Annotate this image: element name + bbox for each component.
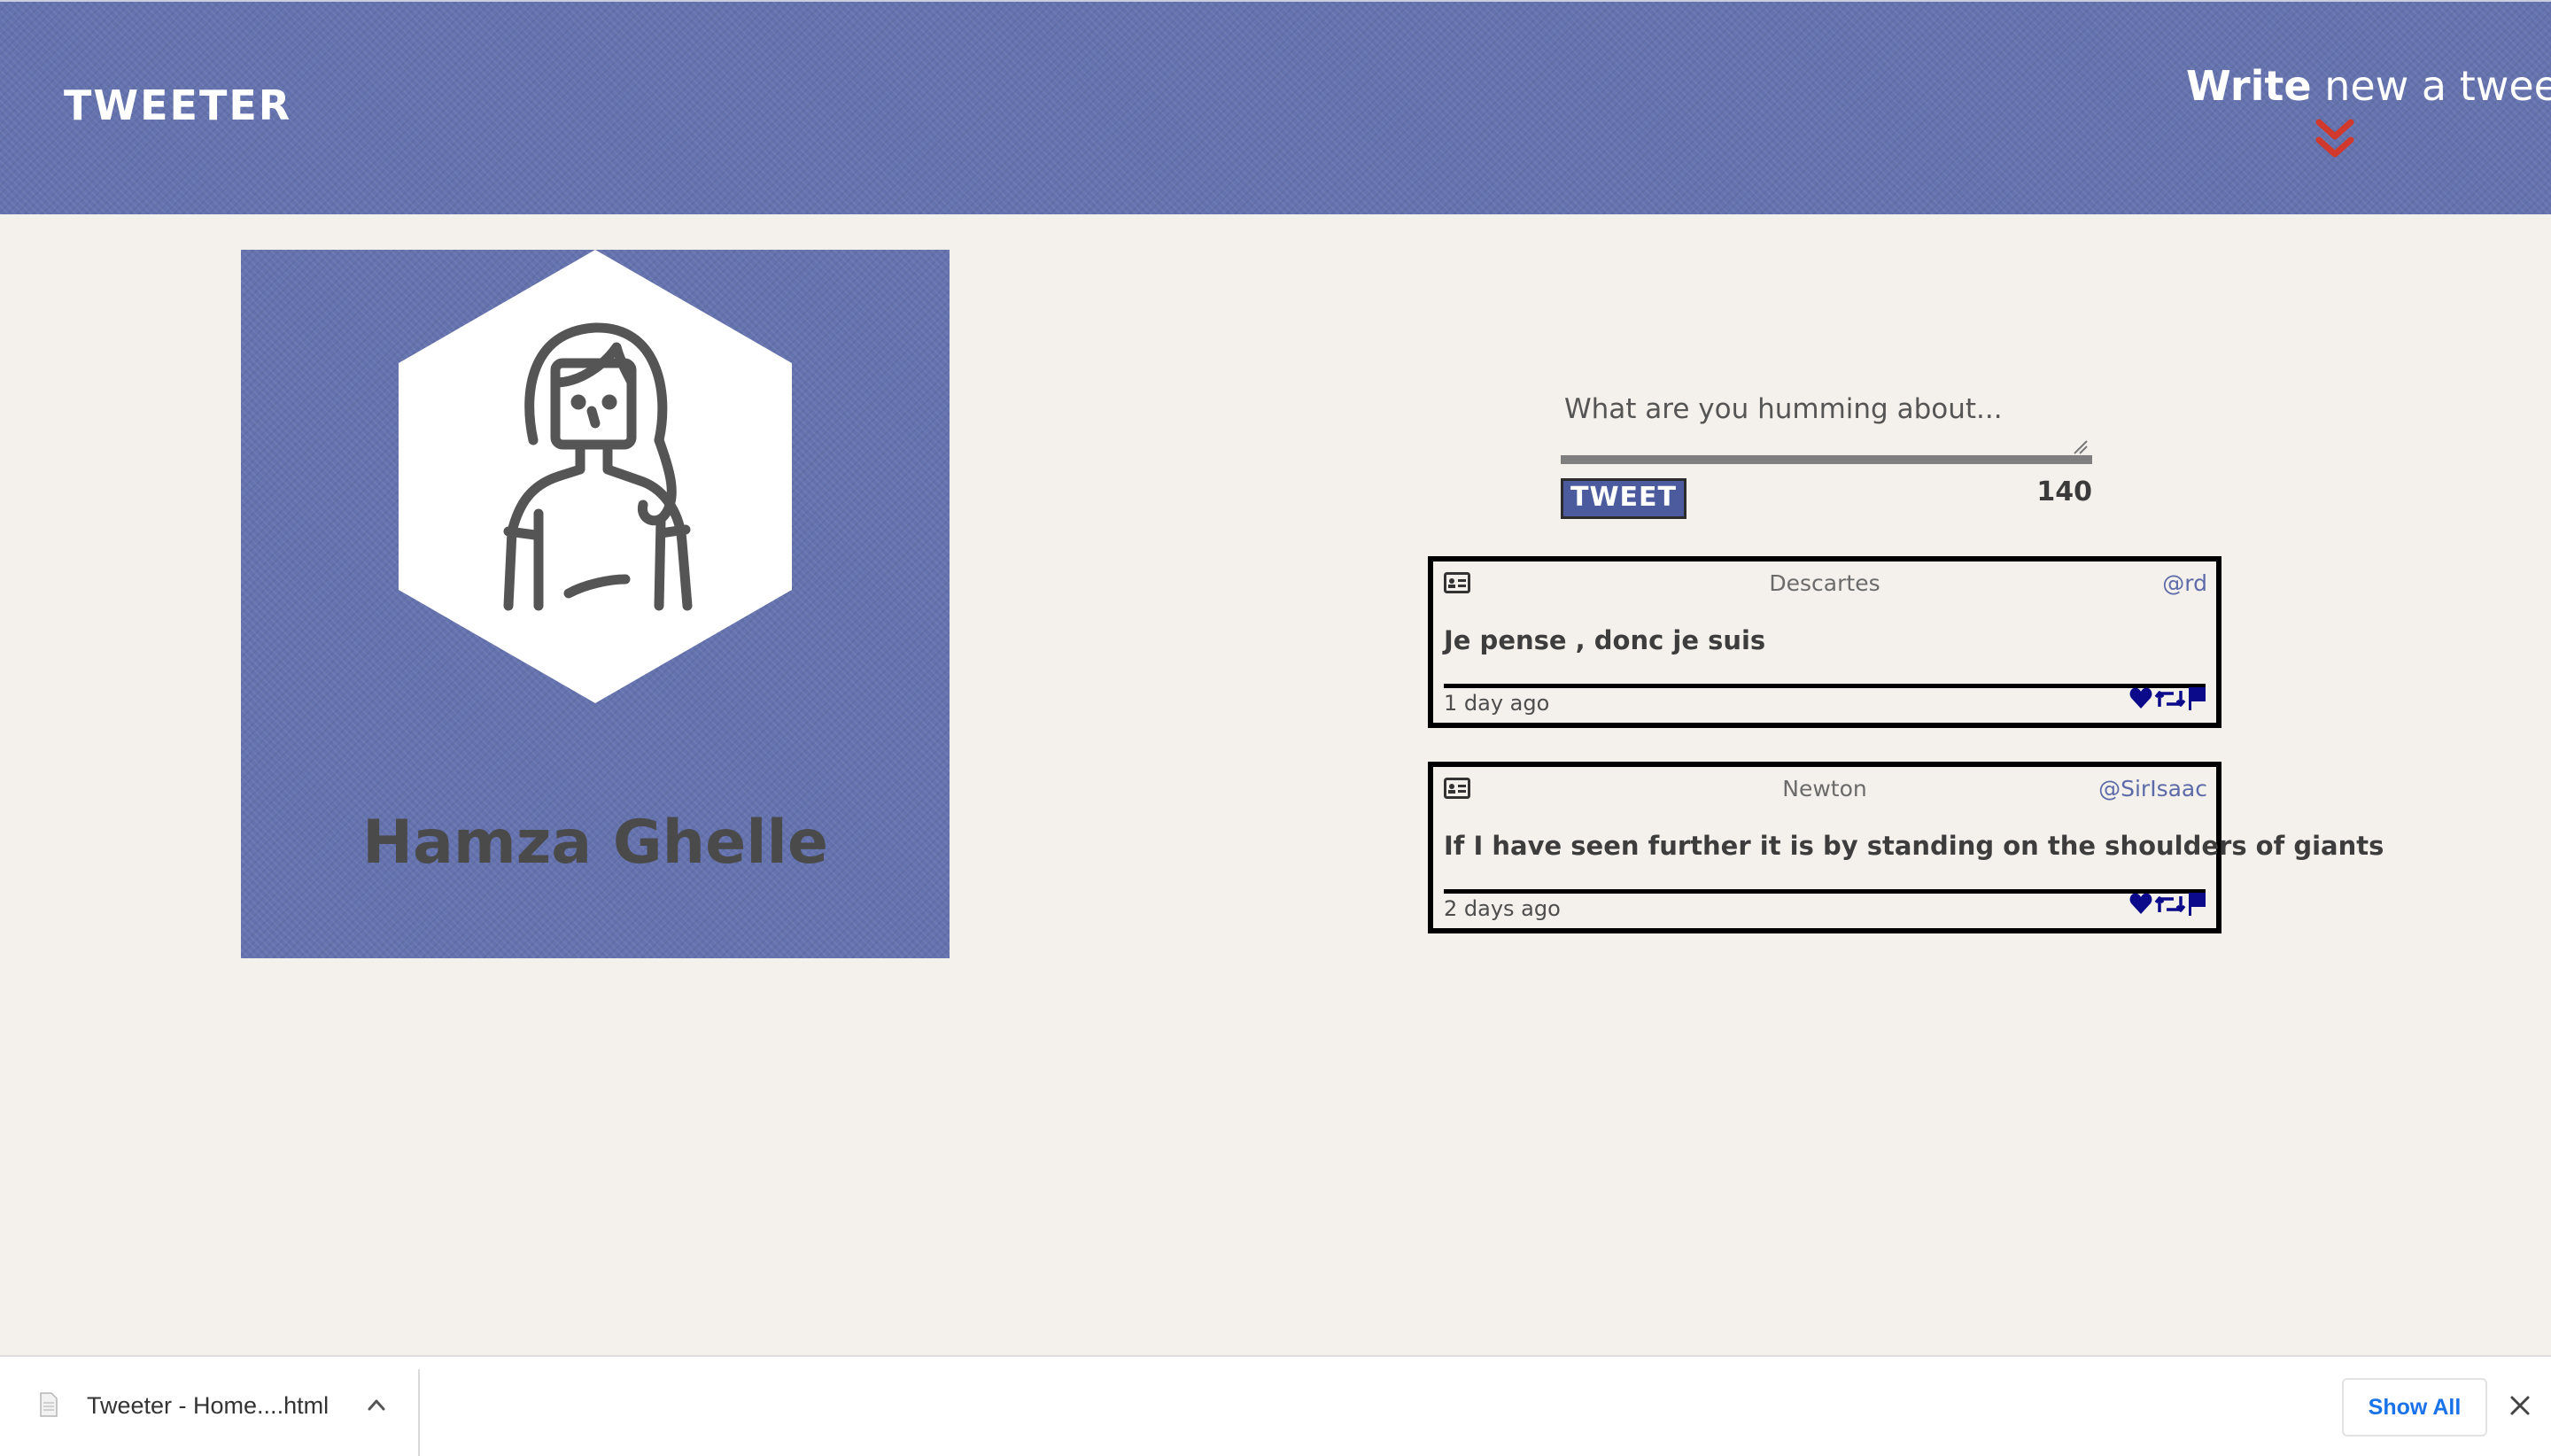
resize-grip-icon[interactable] bbox=[2071, 438, 2089, 455]
profile-card: Hamza Ghelle bbox=[241, 250, 950, 958]
tweet-actions bbox=[2129, 687, 2206, 710]
compose-toggle-label-bold: Write bbox=[2186, 62, 2312, 110]
retweet-icon[interactable] bbox=[2154, 896, 2186, 912]
tweet-divider bbox=[1444, 889, 2206, 894]
tweet-handle[interactable]: @SirIsaac bbox=[2098, 776, 2207, 802]
compose-toggle-label: Write new a tweet bbox=[2186, 62, 2551, 110]
tweet-input[interactable] bbox=[1561, 381, 2092, 464]
profile-name: Hamza Ghelle bbox=[362, 808, 828, 878]
tweet-text: If I have seen further it is by standing… bbox=[1444, 831, 2384, 861]
like-heart-icon[interactable] bbox=[2129, 893, 2152, 914]
double-chevron-down-icon bbox=[2315, 119, 2354, 158]
compose-toggle-button[interactable]: Write new a tweet bbox=[2186, 62, 2551, 159]
downloads-bar: Tweeter - Home....html Show All bbox=[0, 1355, 2551, 1456]
tweet-card: Descartes @rd Je pense , donc je suis 1 … bbox=[1428, 556, 2221, 728]
flag-icon[interactable] bbox=[2189, 687, 2206, 710]
tweet-timestamp: 2 days ago bbox=[1444, 896, 1561, 921]
tweet-divider bbox=[1444, 684, 2206, 688]
tweet-button[interactable]: TWEET bbox=[1561, 478, 1686, 519]
chevron-up-icon[interactable] bbox=[367, 1396, 386, 1413]
tweet-handle[interactable]: @rd bbox=[2162, 570, 2207, 596]
brand-logo[interactable]: TWEETER bbox=[64, 81, 291, 129]
tweet-card: Newton @SirIsaac If I have seen further … bbox=[1428, 762, 2384, 933]
char-counter: 140 bbox=[2036, 476, 2092, 507]
downloads-divider bbox=[418, 1369, 420, 1456]
nav-bar: TWEETER Write new a tweet bbox=[0, 0, 2551, 214]
like-heart-icon[interactable] bbox=[2129, 687, 2152, 709]
flag-icon[interactable] bbox=[2189, 893, 2206, 916]
tweet-composer: TWEET 140 bbox=[1561, 381, 2092, 523]
file-icon bbox=[40, 1392, 58, 1417]
tweet-text: Je pense , donc je suis bbox=[1444, 625, 1766, 655]
tweet-actions bbox=[2129, 893, 2206, 916]
show-all-button[interactable]: Show All bbox=[2342, 1378, 2487, 1437]
download-filename[interactable]: Tweeter - Home....html bbox=[87, 1392, 329, 1420]
tweet-author: Descartes bbox=[1769, 570, 1880, 596]
retweet-icon[interactable] bbox=[2154, 691, 2186, 707]
close-icon[interactable] bbox=[2508, 1394, 2532, 1417]
user-avatar-icon bbox=[399, 250, 792, 703]
tweet-timestamp: 1 day ago bbox=[1444, 691, 1550, 716]
compose-toggle-label-rest: new a tweet bbox=[2311, 62, 2551, 110]
